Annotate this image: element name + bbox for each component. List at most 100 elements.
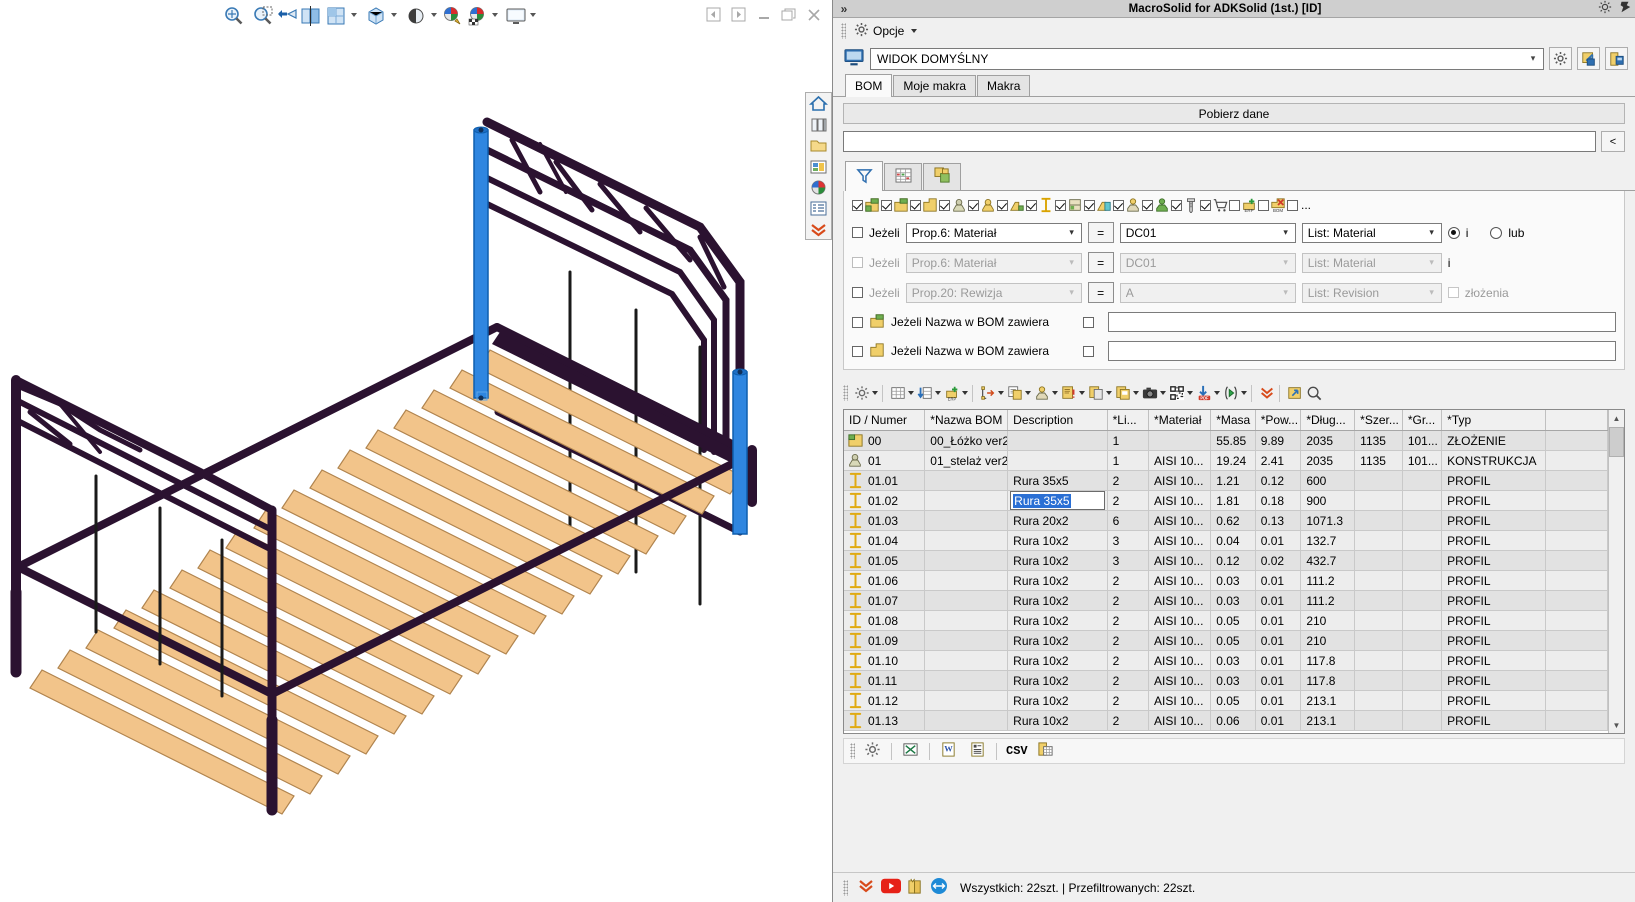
chevron-down-icon[interactable] <box>1079 391 1085 395</box>
cell-material[interactable]: AISI 10... <box>1148 630 1212 651</box>
cell-type[interactable]: ZŁOŻENIE <box>1441 430 1546 451</box>
cell-description[interactable]: Rura 10x2 <box>1007 610 1108 631</box>
cell-width[interactable] <box>1354 610 1403 631</box>
csv-export-icon[interactable]: CSV <box>1006 744 1028 758</box>
cell-area[interactable]: 0.13 <box>1255 510 1302 531</box>
zoom-window-icon[interactable] <box>251 4 275 28</box>
save-view-icon[interactable] <box>1605 47 1628 70</box>
cell-description[interactable] <box>1007 430 1108 451</box>
grid-toolbar-grip[interactable] <box>843 385 848 401</box>
cell-mass[interactable]: 0.03 <box>1210 650 1256 671</box>
cell-material[interactable]: AISI 10... <box>1148 590 1212 611</box>
cell-length[interactable]: 210 <box>1300 630 1356 651</box>
type-filter-erp-add-icon[interactable]: ERP <box>1229 197 1257 213</box>
close-icon[interactable] <box>803 4 825 26</box>
type-filter-checkbox-2[interactable] <box>910 199 921 211</box>
restore-icon[interactable] <box>778 4 800 26</box>
display-style-icon[interactable] <box>364 4 388 28</box>
cell-qty[interactable]: 1 <box>1107 450 1150 471</box>
cell-area[interactable]: 0.01 <box>1255 530 1302 551</box>
cell-length[interactable]: 111.2 <box>1300 570 1356 591</box>
folder-icon[interactable] <box>806 135 831 156</box>
cell-bom_name[interactable] <box>924 470 1009 491</box>
cell-mass[interactable]: 0.05 <box>1210 630 1256 651</box>
cell-description[interactable]: Rura 10x2 <box>1007 710 1108 731</box>
cell-type[interactable]: PROFIL <box>1441 470 1546 491</box>
type-filter-checkbox-3[interactable] <box>939 199 950 211</box>
view-select[interactable]: WIDOK DOMYŚLNY ▾ <box>870 47 1544 70</box>
toolbar-grip[interactable] <box>841 23 846 39</box>
report-export-icon[interactable] <box>969 741 986 761</box>
cell-bom_name[interactable] <box>924 710 1009 731</box>
cell-id[interactable]: 01.11 <box>844 670 926 691</box>
cell-extra[interactable] <box>1545 510 1608 531</box>
cell-extra[interactable] <box>1545 710 1608 731</box>
erp-export-icon[interactable]: ERP <box>944 385 960 401</box>
perspective-caret-icon[interactable] <box>431 13 438 20</box>
cell-area[interactable]: 9.89 <box>1255 430 1302 451</box>
render-quality-caret-icon[interactable] <box>351 13 358 20</box>
search-zoom-icon[interactable] <box>1306 385 1322 401</box>
cell-bom_name[interactable] <box>924 670 1009 691</box>
cell-type[interactable]: PROFIL <box>1441 590 1546 611</box>
chevron-down-icon[interactable] <box>935 391 941 395</box>
cell-mass[interactable]: 0.62 <box>1210 510 1256 531</box>
settings-gear-icon[interactable] <box>854 385 870 401</box>
type-filter-checkbox-13[interactable] <box>1229 199 1240 211</box>
cell-area[interactable]: 0.01 <box>1255 690 1302 711</box>
cell-extra[interactable] <box>1545 450 1608 471</box>
subtab-structure[interactable] <box>923 163 961 190</box>
cell-length[interactable]: 900 <box>1300 490 1356 511</box>
cell-thickness[interactable] <box>1402 590 1443 611</box>
table-row[interactable]: 01.08 Rura 10x2 2 AISI 10... 0.05 0.01 210 PROF… <box>844 610 1608 631</box>
cell-material[interactable]: AISI 10... <box>1148 550 1212 571</box>
cell-width[interactable] <box>1354 530 1403 551</box>
cell-type[interactable]: PROFIL <box>1441 710 1546 731</box>
name-filter-1-input[interactable] <box>1108 312 1616 332</box>
appearance-caret-icon[interactable] <box>492 13 499 20</box>
teamviewer-icon[interactable] <box>930 877 948 898</box>
chevron-down-icon[interactable] <box>908 391 914 395</box>
cell-material[interactable]: AISI 10... <box>1148 610 1212 631</box>
condition-3-checkbox[interactable] <box>852 287 863 298</box>
cell-thickness[interactable] <box>1402 710 1443 731</box>
type-filter-profile-beam-icon[interactable] <box>1026 197 1054 213</box>
cell-material[interactable]: AISI 10... <box>1148 650 1212 671</box>
type-filter-weldment-yellow-icon[interactable] <box>968 197 996 213</box>
table-row[interactable]: 01.06 Rura 10x2 2 AISI 10... 0.03 0.01 111.2 PR… <box>844 570 1608 591</box>
prev-sheet-icon[interactable] <box>703 4 725 26</box>
cell-extra[interactable] <box>1545 650 1608 671</box>
cell-qty[interactable]: 1 <box>1107 430 1150 451</box>
cell-length[interactable]: 117.8 <box>1300 650 1356 671</box>
chevron-down-icon[interactable] <box>1106 391 1112 395</box>
cell-material[interactable]: AISI 10... <box>1148 490 1212 511</box>
cell-id[interactable]: 01.13 <box>844 710 926 731</box>
chevron-down-icon[interactable] <box>1160 391 1166 395</box>
cell-mass[interactable]: 19.24 <box>1210 450 1256 471</box>
cell-bom_name[interactable] <box>924 650 1009 671</box>
chevron-down-icon[interactable] <box>1052 391 1058 395</box>
condition-3-assemblies-checkbox[interactable] <box>1447 287 1459 298</box>
cell-qty[interactable]: 2 <box>1107 490 1150 511</box>
cell-description[interactable]: Rura 10x2 <box>1007 590 1108 611</box>
cell-id[interactable]: 01.06 <box>844 570 926 591</box>
cell-thickness[interactable] <box>1402 550 1443 571</box>
statusbar-grip[interactable] <box>843 879 848 896</box>
cell-thickness[interactable] <box>1402 630 1443 651</box>
description-edit-input[interactable]: Rura 35x5 <box>1010 491 1105 510</box>
cell-type[interactable]: PROFIL <box>1441 630 1546 651</box>
tab-bom[interactable]: BOM <box>845 74 893 97</box>
chevron-down-icon[interactable] <box>872 391 878 395</box>
cell-width[interactable] <box>1354 670 1403 691</box>
table-row[interactable]: 01.09 Rura 10x2 2 AISI 10... 0.05 0.01 210 PROF… <box>844 630 1608 651</box>
section-view-icon[interactable] <box>299 4 323 28</box>
chevron-down-icon[interactable] <box>998 391 1004 395</box>
cell-width[interactable] <box>1354 470 1403 491</box>
cell-id[interactable]: 01.02 <box>844 490 926 511</box>
column-header-6[interactable]: *Pow... <box>1255 410 1302 431</box>
name-filter-1-secondary-checkbox[interactable] <box>1083 316 1095 328</box>
cell-area[interactable]: 0.01 <box>1255 670 1302 691</box>
table-row[interactable]: 01.03 Rura 20x2 6 AISI 10... 0.62 0.13 1071.3 P… <box>844 510 1608 531</box>
type-filter-machined-green-icon[interactable] <box>1142 197 1170 213</box>
cell-bom_name[interactable] <box>924 590 1009 611</box>
